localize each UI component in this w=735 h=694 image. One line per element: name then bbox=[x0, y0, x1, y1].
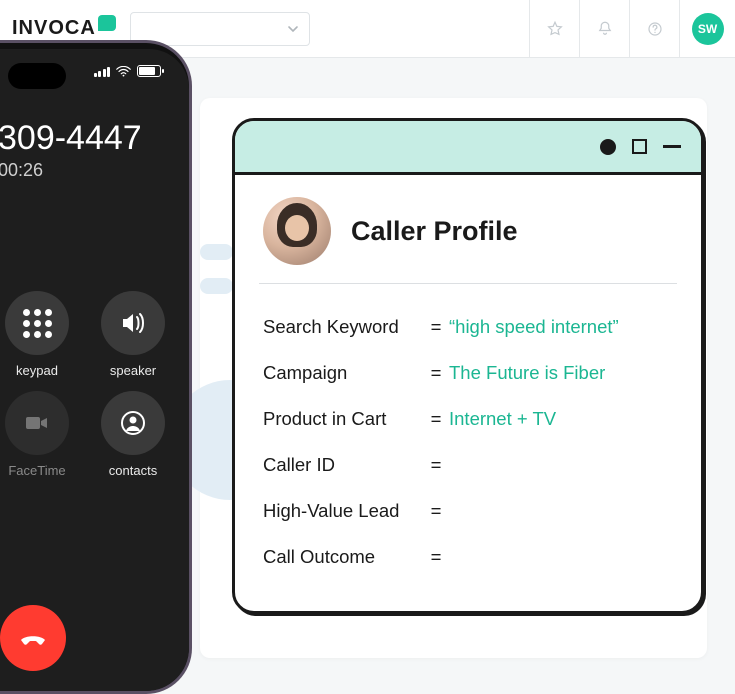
video-icon bbox=[22, 408, 52, 438]
window-titlebar bbox=[235, 121, 701, 175]
user-initials: SW bbox=[698, 22, 717, 36]
caller-avatar bbox=[263, 197, 331, 265]
call-duration: 00:26 bbox=[0, 160, 189, 181]
topbar-right: SW bbox=[529, 0, 735, 58]
equals-sign: = bbox=[423, 408, 449, 430]
field-label: Campaign bbox=[263, 362, 423, 384]
field-value: “high speed internet” bbox=[449, 316, 677, 338]
chevron-down-icon bbox=[287, 23, 299, 35]
chat-bubble-icon bbox=[98, 15, 116, 31]
battery-icon bbox=[137, 65, 161, 77]
dynamic-island bbox=[8, 63, 66, 89]
help-icon bbox=[646, 20, 664, 38]
phone-mockup: 309-4447 00:26 keypad speaker bbox=[0, 40, 192, 694]
field-product-in-cart: Product in Cart = Internet + TV bbox=[263, 396, 677, 442]
placeholder-line bbox=[200, 244, 233, 260]
equals-sign: = bbox=[423, 316, 449, 338]
field-label: Search Keyword bbox=[263, 316, 423, 338]
equals-sign: = bbox=[423, 362, 449, 384]
caller-profile-window: Caller Profile Search Keyword = “high sp… bbox=[232, 118, 704, 614]
field-high-value-lead: High-Value Lead = bbox=[263, 488, 677, 534]
facetime-button[interactable]: FaceTime bbox=[0, 391, 76, 491]
profile-header: Caller Profile bbox=[235, 175, 701, 283]
brand-name: INVOCA bbox=[12, 17, 96, 40]
profile-title: Caller Profile bbox=[351, 216, 518, 247]
contacts-icon bbox=[118, 408, 148, 438]
field-label: High-Value Lead bbox=[263, 500, 423, 522]
end-call-button[interactable] bbox=[0, 605, 66, 671]
field-label: Caller ID bbox=[263, 454, 423, 476]
notifications-button[interactable] bbox=[579, 0, 629, 58]
field-label: Product in Cart bbox=[263, 408, 423, 430]
equals-sign: = bbox=[423, 500, 449, 522]
field-value: Internet + TV bbox=[449, 408, 677, 430]
field-campaign: Campaign = The Future is Fiber bbox=[263, 350, 677, 396]
star-icon bbox=[546, 20, 564, 38]
speaker-button[interactable]: speaker bbox=[94, 291, 172, 391]
wifi-icon bbox=[116, 66, 131, 77]
call-controls: keypad speaker FaceTime bbox=[0, 291, 189, 491]
field-caller-id: Caller ID = bbox=[263, 442, 677, 488]
keypad-button[interactable]: keypad bbox=[0, 291, 76, 391]
divider bbox=[259, 283, 677, 284]
user-avatar: SW bbox=[692, 13, 724, 45]
window-control-dot-icon[interactable] bbox=[600, 139, 616, 155]
speaker-label: speaker bbox=[110, 363, 156, 378]
call-number: 309-4447 bbox=[0, 119, 189, 158]
contacts-button[interactable]: contacts bbox=[94, 391, 172, 491]
field-value: The Future is Fiber bbox=[449, 362, 677, 384]
facetime-label: FaceTime bbox=[8, 463, 65, 478]
favorites-button[interactable] bbox=[529, 0, 579, 58]
keypad-label: keypad bbox=[16, 363, 58, 378]
profile-fields: Search Keyword = “high speed internet” C… bbox=[235, 296, 701, 580]
field-label: Call Outcome bbox=[263, 546, 423, 568]
equals-sign: = bbox=[423, 454, 449, 476]
brand-logo: INVOCA bbox=[12, 17, 116, 40]
equals-sign: = bbox=[423, 546, 449, 568]
window-control-minimize-icon[interactable] bbox=[663, 145, 681, 148]
signal-icon bbox=[94, 66, 111, 77]
phone-hangup-icon bbox=[16, 621, 50, 655]
help-button[interactable] bbox=[629, 0, 679, 58]
speaker-icon bbox=[117, 307, 149, 339]
field-search-keyword: Search Keyword = “high speed internet” bbox=[263, 304, 677, 350]
placeholder-line bbox=[200, 278, 233, 294]
window-control-maximize-icon[interactable] bbox=[632, 139, 647, 154]
field-call-outcome: Call Outcome = bbox=[263, 534, 677, 580]
user-menu[interactable]: SW bbox=[679, 0, 735, 58]
keypad-icon bbox=[23, 309, 52, 338]
contacts-label: contacts bbox=[109, 463, 157, 478]
bell-icon bbox=[596, 20, 614, 38]
